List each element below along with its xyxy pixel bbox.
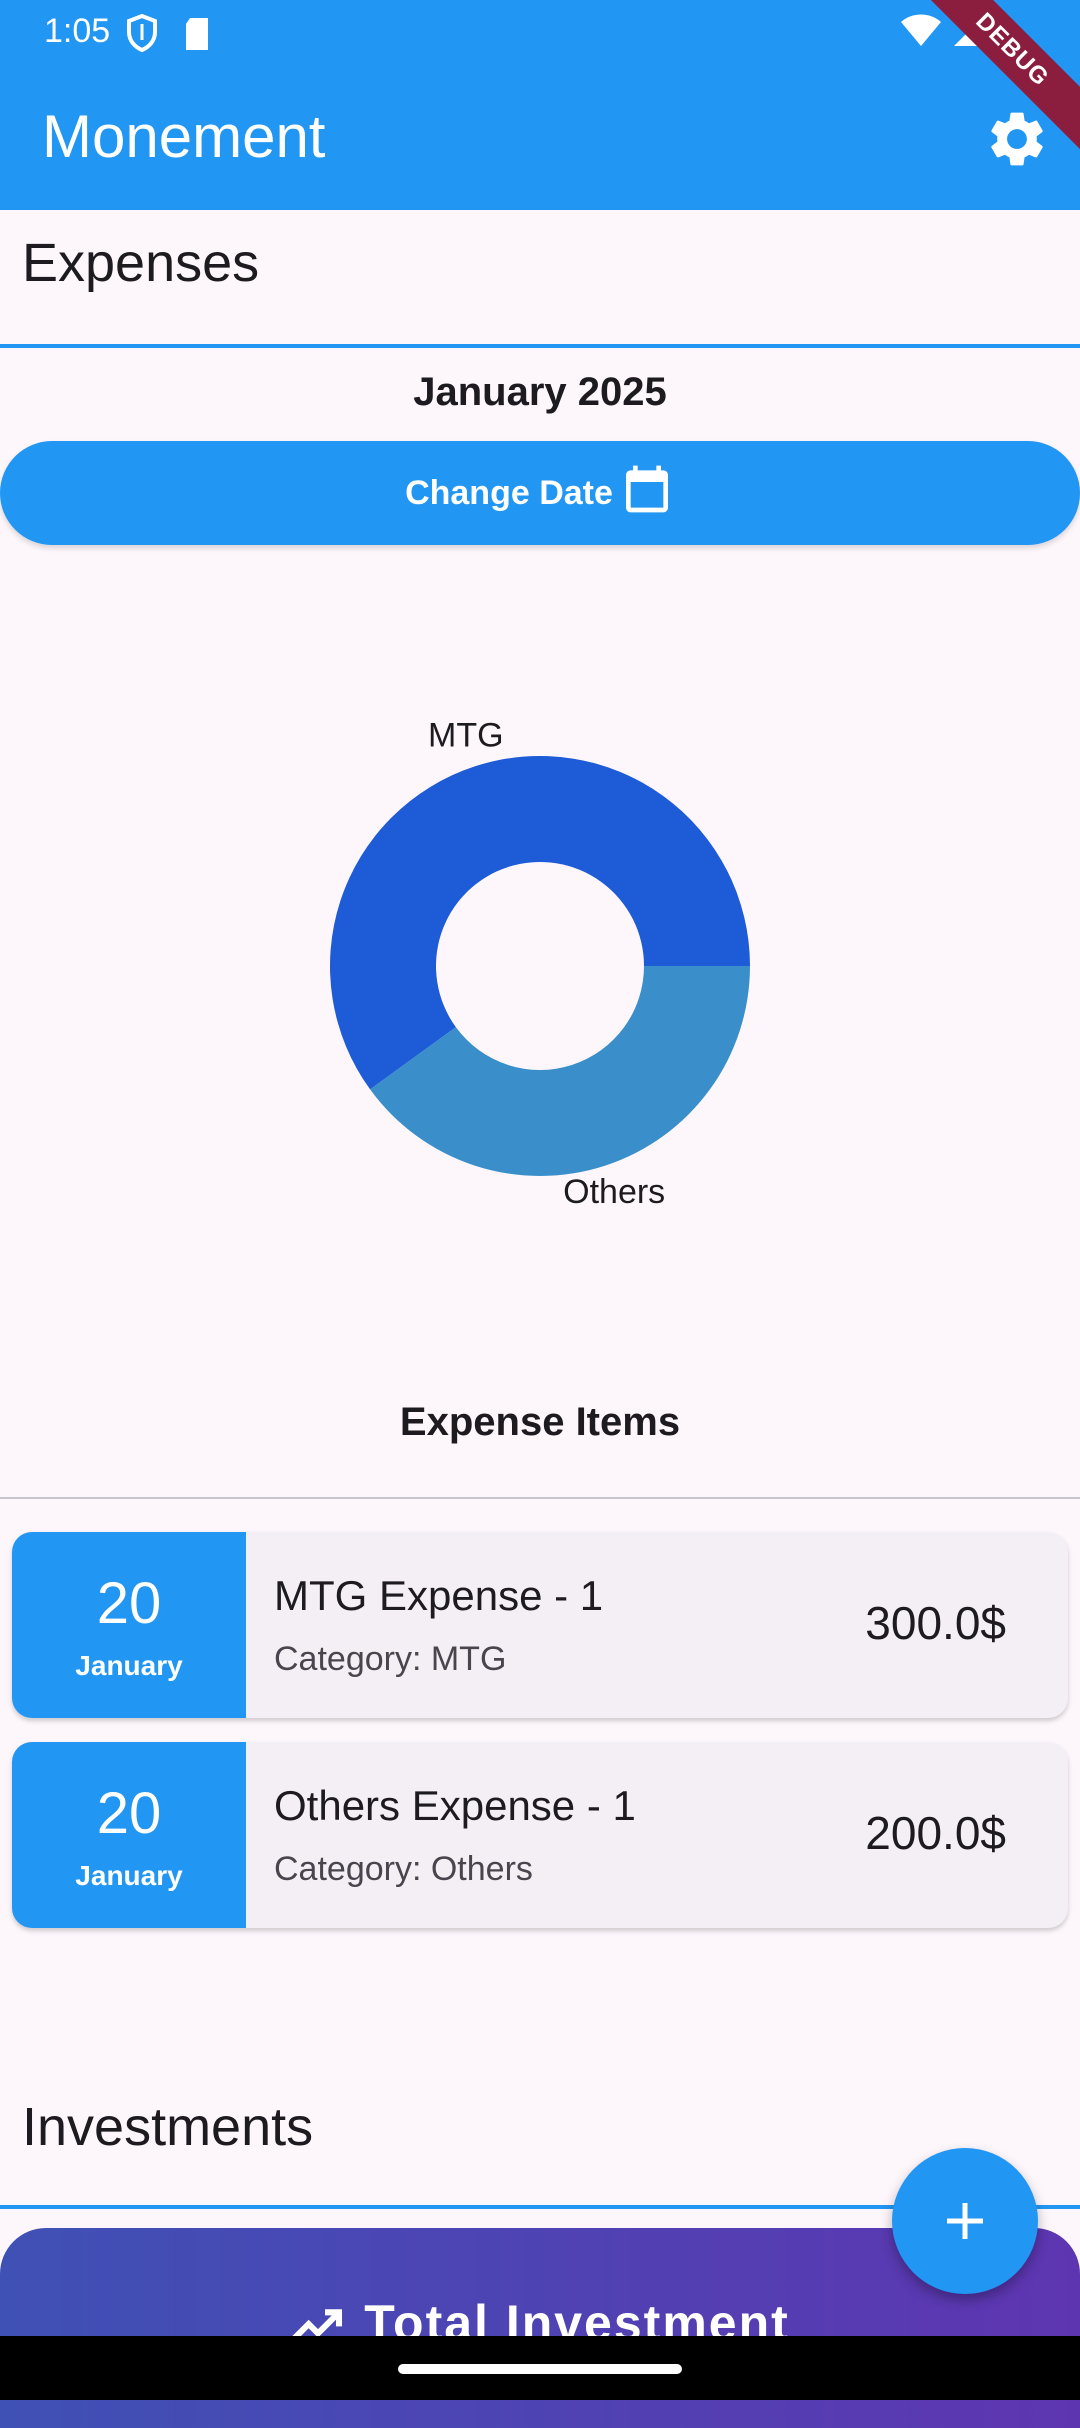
expense-day: 20 xyxy=(96,1781,162,1846)
donut-label-others: Others xyxy=(563,1173,665,1211)
expense-amount: 200.0$ xyxy=(865,1807,1006,1859)
expense-card[interactable]: 20 January Others Expense - 1 Category: … xyxy=(12,1742,1068,1928)
app-title: Monement xyxy=(42,103,326,170)
expense-name: MTG Expense - 1 xyxy=(274,1572,604,1619)
app-bar: Monement xyxy=(0,66,1080,210)
expenses-donut-chart: MTG Others xyxy=(300,700,780,1240)
home-gesture-handle[interactable] xyxy=(398,2364,682,2374)
expenses-section-divider xyxy=(0,344,1080,348)
change-date-label: Change Date xyxy=(405,473,613,512)
expense-card[interactable]: 20 January MTG Expense - 1 Category: MTG… xyxy=(12,1532,1068,1718)
system-navigation-bar xyxy=(0,2336,1080,2400)
plus-icon xyxy=(947,2203,983,2239)
expense-items-divider xyxy=(0,1497,1080,1499)
donut-label-mtg: MTG xyxy=(428,717,504,755)
donut-chart-svg: MTG Others xyxy=(330,717,751,1211)
status-icons-left xyxy=(126,13,212,57)
month-label: January 2025 xyxy=(413,370,667,414)
gear-icon xyxy=(991,112,1043,166)
expense-name: Others Expense - 1 xyxy=(274,1782,636,1829)
shield-icon xyxy=(127,13,157,53)
calendar-icon xyxy=(619,459,675,528)
add-fab-button[interactable] xyxy=(892,2148,1038,2294)
expense-day: 20 xyxy=(96,1571,162,1636)
expense-month: January xyxy=(75,1860,183,1891)
expense-month: January xyxy=(75,1650,183,1681)
change-date-button[interactable]: Change Date xyxy=(0,441,1080,545)
sd-card-icon xyxy=(186,18,209,50)
expenses-section-title: Expenses xyxy=(22,233,260,293)
expense-category: Category: Others xyxy=(274,1850,533,1888)
status-bar: 1:05 xyxy=(0,0,1080,66)
status-time: 1:05 xyxy=(44,12,111,50)
expense-date-block: 20 January xyxy=(12,1742,246,1928)
expense-amount: 300.0$ xyxy=(865,1597,1006,1649)
wifi-icon xyxy=(900,14,941,46)
settings-button[interactable] xyxy=(984,106,1050,172)
investments-section-title: Investments xyxy=(22,2097,314,2157)
expense-items-title: Expense Items xyxy=(399,1400,681,1444)
expense-date-block: 20 January xyxy=(12,1532,246,1718)
expense-category: Category: MTG xyxy=(274,1640,507,1678)
